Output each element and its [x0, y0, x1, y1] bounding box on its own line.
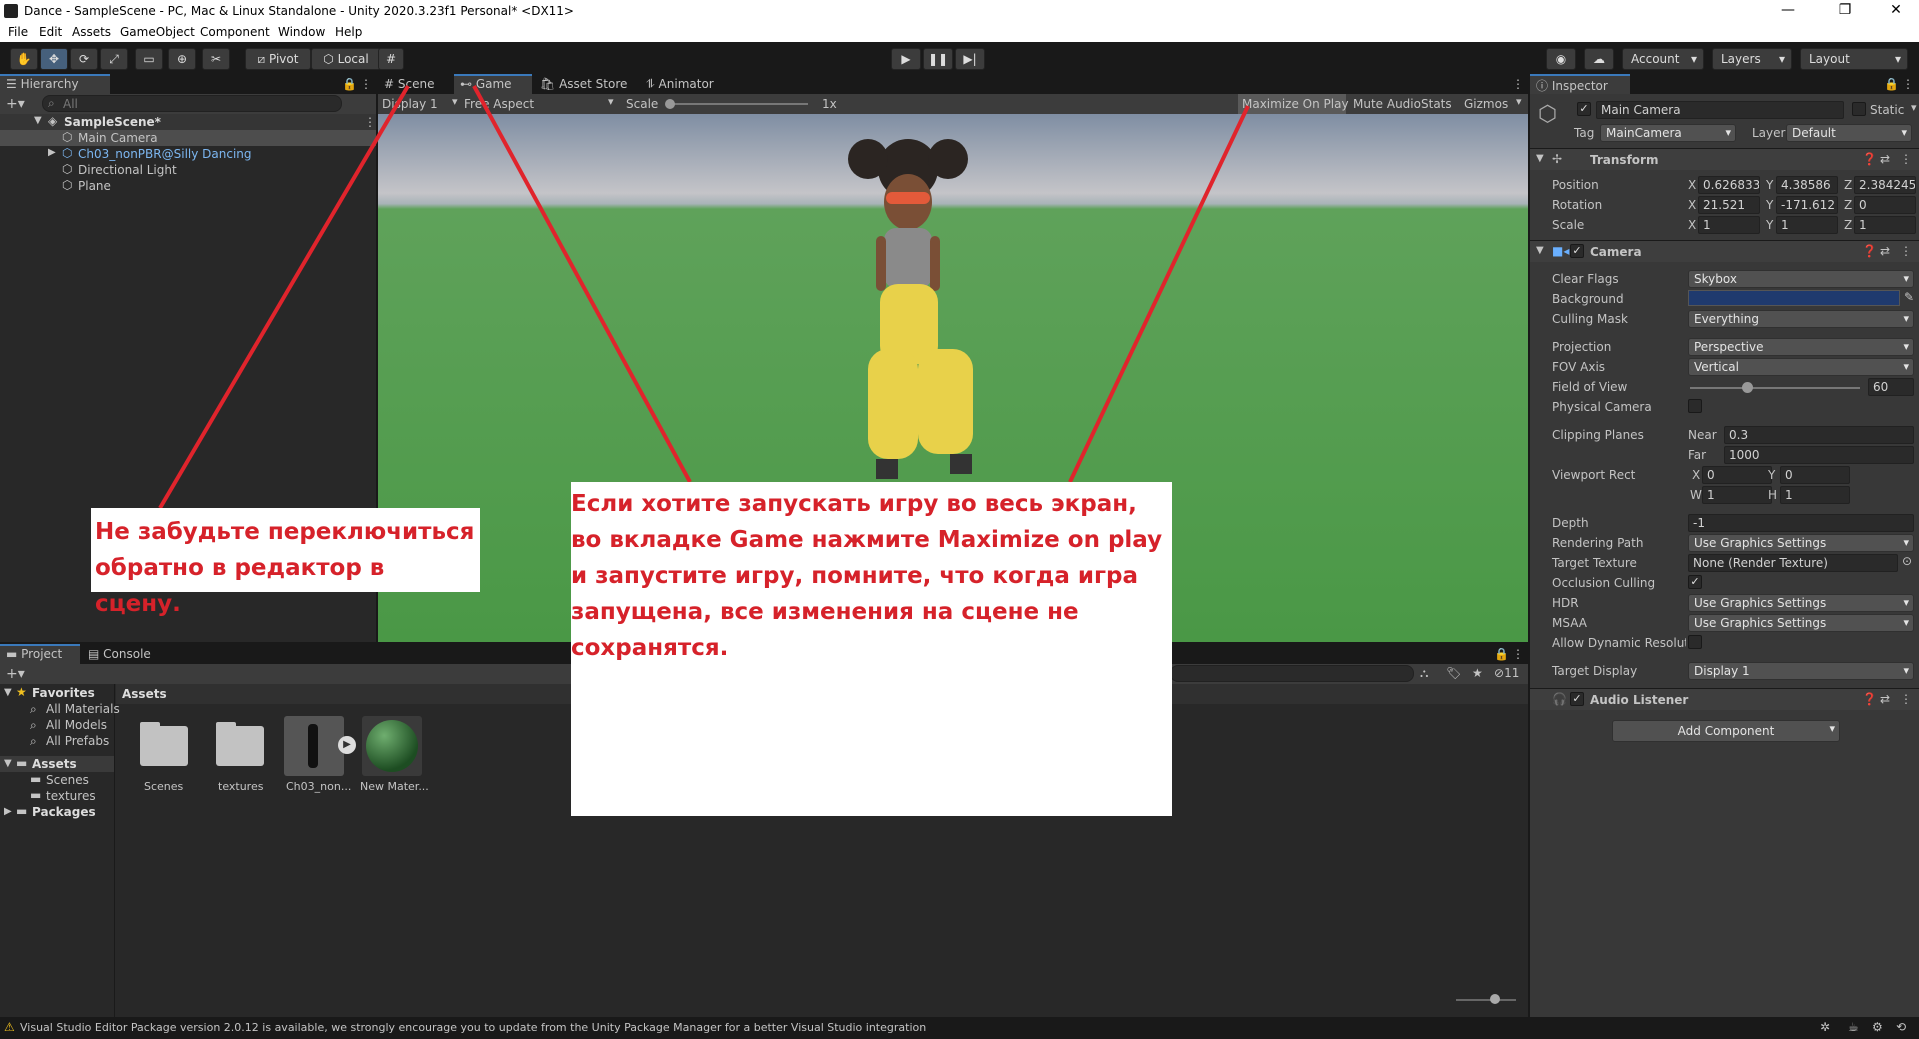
arrow-to-maximize	[1068, 105, 1250, 483]
annotation-note-center: Если хотите запускать игру во весь экран…	[571, 482, 1172, 816]
annotation-note-left: Не забудьте переключиться обратно в реда…	[91, 508, 480, 617]
arrow-to-scene-tab	[158, 84, 410, 510]
arrow-to-game-tab	[472, 85, 692, 483]
